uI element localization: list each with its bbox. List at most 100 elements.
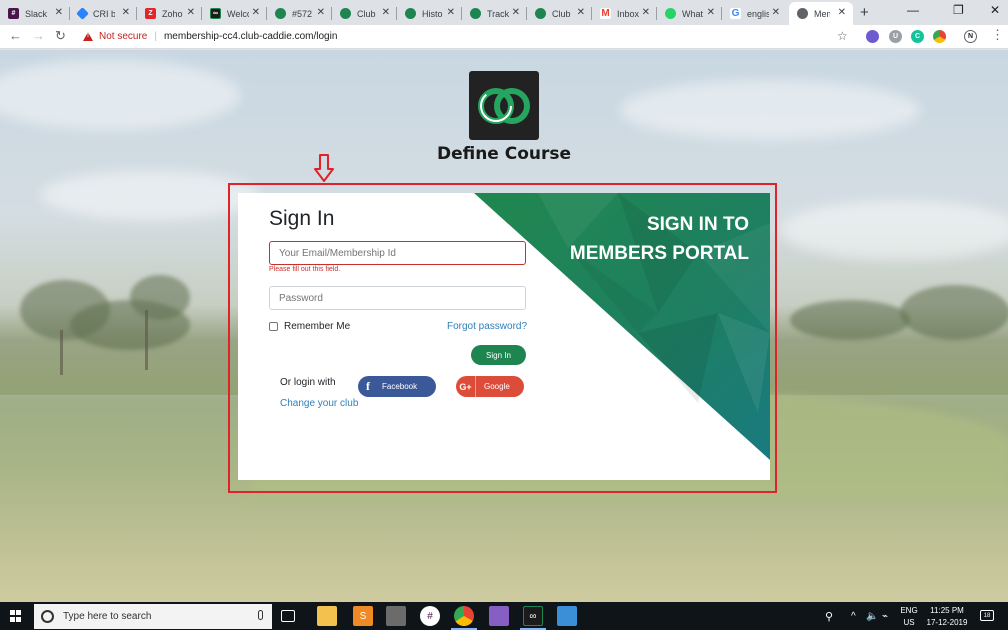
email-error-message: Please fill out this field. bbox=[269, 266, 341, 273]
close-tab-icon[interactable]: ✕ bbox=[577, 7, 585, 18]
close-tab-icon[interactable]: ✕ bbox=[122, 7, 130, 18]
forgot-password-link[interactable]: Forgot password? bbox=[447, 321, 527, 332]
browser-tab-active[interactable]: Mem ✕ bbox=[789, 2, 853, 25]
microphone-icon[interactable] bbox=[258, 610, 263, 620]
minimize-icon[interactable]: — bbox=[907, 3, 919, 17]
browser-tab[interactable]: What ✕ bbox=[657, 2, 722, 25]
chrome-taskbar-icon[interactable] bbox=[454, 606, 474, 626]
browser-tab-strip: # Slack ✕ CRI b ✕ Z Zoho ✕ ∞ Welco ✕ #57… bbox=[0, 0, 1008, 25]
tab-title: englis bbox=[747, 8, 769, 19]
browser-tab[interactable]: #572 ✕ bbox=[267, 2, 332, 25]
remember-me-checkbox[interactable] bbox=[269, 322, 278, 331]
task-view-icon[interactable] bbox=[281, 610, 295, 622]
google-login-button[interactable]: G+ Google bbox=[456, 376, 524, 397]
close-tab-icon[interactable]: ✕ bbox=[707, 7, 715, 18]
menu-kebab-icon[interactable]: ⋮ bbox=[991, 27, 1004, 43]
extension-icon[interactable] bbox=[866, 30, 879, 43]
language-indicator[interactable]: ENG US bbox=[898, 605, 920, 629]
paint-icon[interactable] bbox=[557, 606, 577, 626]
close-tab-icon[interactable]: ✕ bbox=[642, 7, 650, 18]
close-tab-icon[interactable]: ✕ bbox=[512, 7, 520, 18]
browser-tab[interactable]: Z Zoho ✕ bbox=[137, 2, 202, 25]
bookmark-star-icon[interactable]: ☆ bbox=[837, 29, 848, 43]
google-icon: G bbox=[730, 8, 741, 19]
zoho-icon: Z bbox=[145, 8, 156, 19]
close-tab-icon[interactable]: ✕ bbox=[317, 7, 325, 18]
grammarly-icon[interactable]: C bbox=[911, 30, 924, 43]
taskbar-search-placeholder: Type here to search bbox=[63, 611, 152, 622]
security-label[interactable]: Not secure bbox=[99, 31, 147, 42]
close-tab-icon[interactable]: ✕ bbox=[772, 7, 780, 18]
signin-button[interactable]: Sign In bbox=[471, 345, 526, 365]
remember-me[interactable]: Remember Me bbox=[269, 321, 350, 332]
back-icon[interactable]: ← bbox=[9, 28, 22, 43]
app-icon[interactable] bbox=[386, 606, 406, 626]
windows-start-icon[interactable] bbox=[10, 610, 22, 622]
tab-title: #572 bbox=[292, 8, 313, 19]
tab-title: Track bbox=[487, 8, 509, 19]
sublime-text-icon[interactable]: S bbox=[353, 606, 373, 626]
volume-icon[interactable]: 🔈 bbox=[866, 602, 878, 630]
url-text[interactable]: membership-cc4.club-caddie.com/login bbox=[164, 31, 337, 42]
divider: | bbox=[154, 31, 157, 42]
notification-center-icon[interactable]: 18 bbox=[980, 610, 994, 621]
system-clock[interactable]: 11:25 PM 17-12-2019 bbox=[922, 605, 972, 629]
show-hidden-icons-icon[interactable]: ^ bbox=[851, 602, 856, 630]
browser-tab[interactable]: Histo ✕ bbox=[397, 2, 462, 25]
google-plus-icon: G+ bbox=[456, 376, 476, 397]
change-club-link[interactable]: Change your club bbox=[280, 398, 358, 409]
club-caddie-taskbar-icon[interactable]: ∞ bbox=[523, 606, 543, 626]
forward-icon[interactable]: → bbox=[32, 28, 45, 43]
slack-icon: # bbox=[8, 8, 19, 19]
close-window-icon[interactable]: ✕ bbox=[990, 3, 1000, 17]
visual-studio-icon[interactable] bbox=[489, 606, 509, 626]
profile-avatar[interactable]: N bbox=[964, 30, 977, 43]
taskbar-search[interactable]: Type here to search bbox=[34, 604, 272, 629]
cortana-icon bbox=[41, 610, 54, 623]
close-tab-icon[interactable]: ✕ bbox=[252, 7, 260, 18]
browser-tab[interactable]: M Inbox ✕ bbox=[592, 2, 657, 25]
close-tab-icon[interactable]: ✕ bbox=[55, 7, 63, 18]
annotation-arrow-icon bbox=[314, 154, 334, 182]
facebook-label: Facebook bbox=[382, 382, 418, 391]
slack-taskbar-icon[interactable]: # bbox=[420, 606, 440, 626]
file-explorer-icon[interactable] bbox=[317, 606, 337, 626]
tab-title: CRI b bbox=[93, 8, 115, 19]
not-secure-warning-icon[interactable] bbox=[83, 32, 93, 41]
close-tab-icon[interactable]: ✕ bbox=[382, 7, 390, 18]
browser-tab[interactable]: G englis ✕ bbox=[722, 2, 787, 25]
facebook-icon: f bbox=[366, 379, 370, 393]
login-card: SIGN IN TO MEMBERS PORTAL Sign In Please… bbox=[238, 193, 770, 480]
keyboard-region: US bbox=[903, 618, 915, 627]
facebook-login-button[interactable]: f Facebook bbox=[358, 376, 436, 397]
portal-title-line: MEMBERS PORTAL bbox=[569, 243, 749, 264]
tab-title: Welco bbox=[227, 8, 249, 19]
people-icon[interactable]: ⚲ bbox=[825, 602, 833, 630]
network-icon[interactable]: ⌁ bbox=[882, 602, 888, 630]
close-tab-icon[interactable]: ✕ bbox=[447, 7, 455, 18]
clock-time: 11:25 PM bbox=[930, 606, 964, 615]
chrome-extension-icon[interactable] bbox=[933, 30, 946, 43]
club-caddie-icon bbox=[535, 8, 546, 19]
browser-tab[interactable]: Track ✕ bbox=[462, 2, 527, 25]
reload-icon[interactable]: ↻ bbox=[55, 28, 66, 44]
browser-tab[interactable]: ∞ Welco ✕ bbox=[202, 2, 267, 25]
tab-title: Histo bbox=[422, 8, 443, 19]
password-input[interactable] bbox=[269, 286, 526, 310]
clock-date: 17-12-2019 bbox=[926, 618, 968, 627]
address-bar[interactable]: Not secure | membership-cc4.club-caddie.… bbox=[76, 27, 856, 46]
browser-tab[interactable]: # Slack ✕ bbox=[0, 2, 70, 25]
browser-tab[interactable]: CRI b ✕ bbox=[70, 2, 137, 25]
email-input[interactable] bbox=[269, 241, 526, 265]
close-tab-icon[interactable]: ✕ bbox=[838, 7, 846, 18]
close-tab-icon[interactable]: ✕ bbox=[187, 7, 195, 18]
extension-icon[interactable]: U bbox=[889, 30, 902, 43]
browser-tab[interactable]: Club ✕ bbox=[527, 2, 592, 25]
new-tab-button[interactable]: + bbox=[860, 4, 869, 21]
club-caddie-icon bbox=[470, 8, 481, 19]
club-caddie-icon bbox=[275, 8, 286, 19]
browser-tab[interactable]: Club ✕ bbox=[332, 2, 397, 25]
restore-icon[interactable]: ❐ bbox=[953, 3, 964, 17]
tab-title: Club bbox=[357, 8, 376, 19]
remember-me-label: Remember Me bbox=[284, 321, 351, 332]
